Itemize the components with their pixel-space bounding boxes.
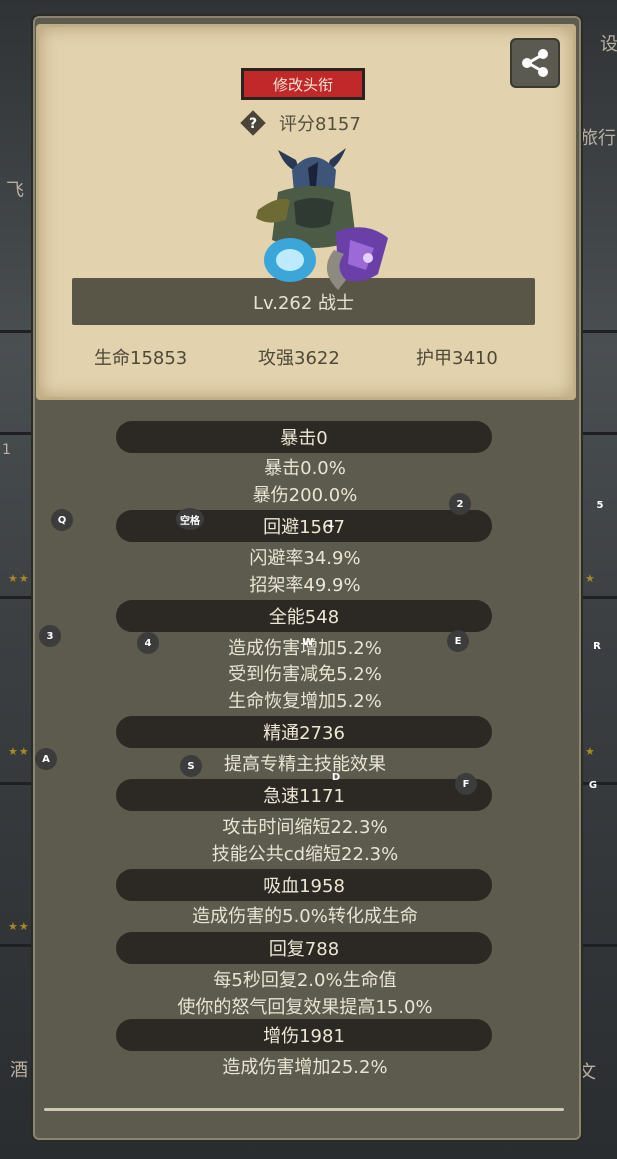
key-hint-f[interactable]: F [455,773,477,795]
hero-portrait [256,148,388,290]
key-hint-r[interactable]: R [586,635,608,657]
mastery-banner: 精通2736 [116,716,492,748]
key-hint-e[interactable]: E [447,630,469,652]
key-hint-3[interactable]: 3 [39,625,61,647]
key-hint-a[interactable]: A [35,748,57,770]
stat-detail-line: 提高专精主技能效果 [224,754,386,775]
share-icon [522,49,548,77]
background-stars: ★★ [8,920,30,933]
key-hint-q[interactable]: Q [51,509,73,531]
stat-detail-line: 生命恢复增加5.2% [228,691,382,712]
versatility-banner: 全能548 [116,600,492,632]
stat-detail-line: 造成伤害增加25.2% [222,1057,388,1078]
stat-detail-line: 闪避率34.9% [249,548,361,569]
help-icon[interactable]: ? [240,110,266,136]
regen-banner: 回复788 [116,932,492,964]
key-hint-w[interactable]: W [297,631,319,653]
haste-banner: 急速1171 [116,779,492,811]
stat-detail-line: 暴伤200.0% [252,485,358,506]
background-label: 飞 [6,180,24,201]
key-hint-d[interactable]: D [325,766,347,788]
score-text: 评分8157 [279,114,361,135]
stat-detail-line: 每5秒回复2.0%生命值 [213,970,397,991]
key-hint-space[interactable]: 空格 [176,508,204,530]
key-hint-s[interactable]: S [180,755,202,777]
background-number: 1 [2,442,11,458]
stat-detail-line: 造成伤害的5.0%转化成生命 [192,906,418,927]
stat-detail-line: 暴击0.0% [264,458,346,479]
stat-detail-line: 招架率49.9% [249,575,361,596]
damage-bonus-banner: 增伤1981 [116,1019,492,1051]
crit-banner: 暴击0 [116,421,492,453]
panel-bottom-border [44,1108,564,1111]
stat-detail-line: 受到伤害减免5.2% [228,664,382,685]
key-hint-2[interactable]: 2 [449,493,471,515]
svg-text:?: ? [249,116,257,132]
key-hint-5[interactable]: 5 [589,494,611,516]
background-stars: ★ [585,745,596,758]
change-title-button[interactable]: 修改头衔 [241,68,365,100]
key-hint-1[interactable]: 1 [320,513,342,535]
stat-detail-line: 攻击时间缩短22.3% [222,817,388,838]
stat-detail-line: 技能公共cd缩短22.3% [211,844,399,865]
background-stars: ★★ [8,745,30,758]
background-stars: ★★ [8,572,30,585]
avoidance-banner: 回避1567 [116,510,492,542]
background-stars: ★ [585,572,596,585]
background-label: 旅行 [580,128,616,149]
lifesteal-banner: 吸血1958 [116,869,492,901]
background-label: 设 [600,34,617,55]
level-text: Lv.262 战士 [252,292,355,314]
key-hint-4[interactable]: 4 [137,632,159,654]
key-hint-g[interactable]: G [582,774,604,796]
share-button[interactable] [510,38,560,88]
hp-stat: 生命15853 [94,348,188,369]
attack-stat: 攻强3622 [258,348,340,369]
armor-stat: 护甲3410 [416,348,498,369]
background-label: 酒 [10,1060,28,1081]
stat-detail-line: 使你的怒气回复效果提高15.0% [177,997,433,1018]
